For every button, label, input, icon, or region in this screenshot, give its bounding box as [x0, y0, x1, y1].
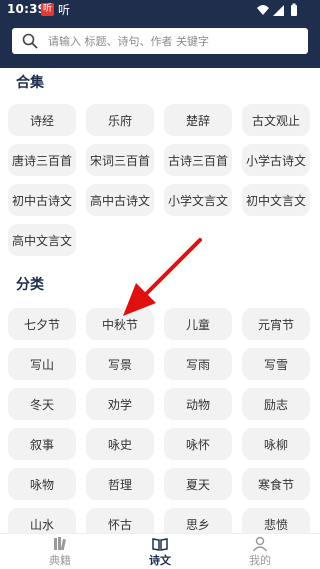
nav-item-books[interactable]: 典籍 [20, 536, 100, 569]
bottom-navigation: 典籍 诗文 我的 [0, 533, 320, 569]
search-input[interactable] [48, 34, 288, 48]
status-icons [257, 3, 297, 16]
category-chip[interactable]: 寒食节 [242, 468, 310, 500]
collection-chip[interactable]: 高中古诗文 [86, 184, 154, 216]
category-chip[interactable]: 咏怀 [164, 428, 232, 460]
collections-title: 合集 [16, 75, 44, 91]
category-chip[interactable]: 写雪 [242, 348, 310, 380]
collection-chip[interactable]: 宋词三百首 [86, 144, 154, 176]
books-icon [54, 537, 66, 551]
collection-chip[interactable]: 小学文言文 [164, 184, 232, 216]
collection-chip[interactable]: 唐诗三百首 [8, 144, 76, 176]
collection-chip[interactable]: 小学古诗文 [242, 144, 310, 176]
category-chip[interactable]: 咏史 [86, 428, 154, 460]
collection-chip[interactable]: 初中古诗文 [8, 184, 76, 216]
category-chip[interactable]: 写山 [8, 348, 76, 380]
category-chip[interactable]: 中秋节 [86, 308, 154, 340]
category-chip[interactable]: 动物 [164, 388, 232, 420]
notification-app-icon: 听 [41, 3, 54, 16]
collection-chip[interactable]: 古诗三百首 [164, 144, 232, 176]
collection-chip[interactable]: 楚辞 [164, 104, 232, 136]
category-chip[interactable]: 励志 [242, 388, 310, 420]
category-chip[interactable]: 写雨 [164, 348, 232, 380]
notification-app2-icon: 听 [58, 3, 71, 17]
main-content[interactable]: 合集 诗经 乐府 楚辞 古文观止 唐诗三百首 宋词三百首 古诗三百首 小学古诗文 初中古诗文 高中… [0, 68, 320, 533]
category-chip[interactable]: 山水 [8, 508, 76, 533]
category-chip[interactable]: 冬天 [8, 388, 76, 420]
nav-label-mine: 我的 [249, 554, 271, 567]
category-chip[interactable]: 思乡 [164, 508, 232, 533]
category-chip[interactable]: 夏天 [164, 468, 232, 500]
collection-chip[interactable]: 古文观止 [242, 104, 310, 136]
category-chip[interactable]: 悲愤 [242, 508, 310, 533]
category-chip[interactable]: 儿童 [164, 308, 232, 340]
app-header: 10:39 听 听 [0, 0, 320, 68]
nav-label-books: 典籍 [49, 554, 71, 567]
nav-item-mine[interactable]: 我的 [220, 536, 300, 569]
category-chip[interactable]: 哲理 [86, 468, 154, 500]
user-icon [252, 536, 268, 552]
category-chip[interactable]: 咏柳 [242, 428, 310, 460]
category-chip[interactable]: 咏物 [8, 468, 76, 500]
nav-item-poems[interactable]: 诗文 [120, 536, 200, 569]
category-chip[interactable]: 写景 [86, 348, 154, 380]
nav-label-poems: 诗文 [149, 554, 171, 567]
battery-icon [291, 3, 297, 16]
category-chip[interactable]: 怀古 [86, 508, 154, 533]
status-bar: 10:39 听 听 [0, 0, 320, 20]
search-icon [22, 33, 38, 49]
open-book-icon [152, 538, 168, 551]
category-chip[interactable]: 七夕节 [8, 308, 76, 340]
collection-chip[interactable]: 诗经 [8, 104, 76, 136]
categories-title: 分类 [16, 277, 44, 293]
signal-icon [273, 5, 284, 16]
collection-chip[interactable]: 初中文言文 [242, 184, 310, 216]
category-chip[interactable]: 叙事 [8, 428, 76, 460]
collection-chip[interactable]: 高中文言文 [8, 224, 76, 256]
wifi-icon [257, 5, 269, 15]
collection-chip[interactable]: 乐府 [86, 104, 154, 136]
category-chip[interactable]: 元宵节 [242, 308, 310, 340]
category-chip[interactable]: 劝学 [86, 388, 154, 420]
search-bar[interactable] [12, 28, 308, 54]
